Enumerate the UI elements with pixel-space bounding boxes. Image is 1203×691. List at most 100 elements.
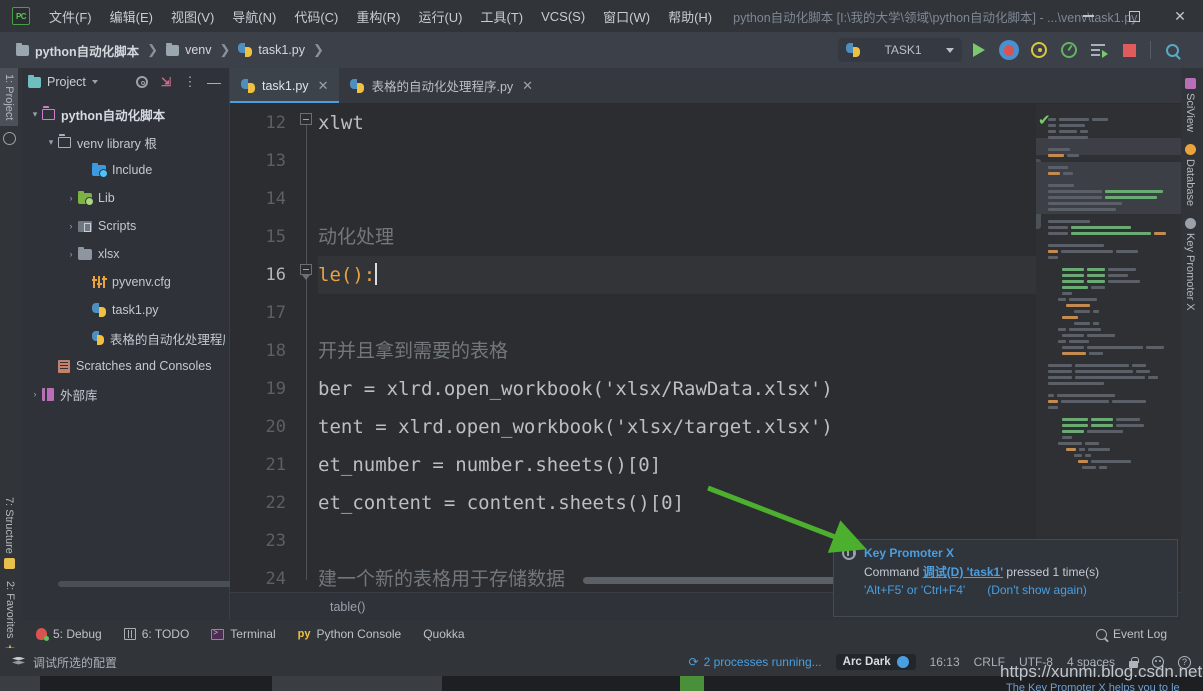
terminal-icon (211, 628, 225, 640)
minimize-button[interactable] (1065, 0, 1111, 32)
tree-item-xlsx[interactable]: › xlsx (22, 240, 229, 268)
tool-label: 6: TODO (141, 627, 190, 641)
project-horizontal-scrollbar[interactable] (58, 581, 238, 587)
profile-button[interactable] (1056, 37, 1082, 63)
tree-item-external-libraries[interactable]: › 外部库 (22, 380, 229, 408)
dont-show-again-link[interactable]: (Don't show again) (987, 583, 1087, 597)
sidebar-item-database[interactable]: Database (1181, 138, 1199, 212)
menu-edit[interactable]: 编辑(E) (101, 3, 162, 30)
tab-task1-py[interactable]: task1.py ✕ (230, 68, 340, 103)
tree-item-lib[interactable]: › Lib (22, 184, 229, 212)
breadcrumb-item-venv[interactable]: venv (162, 41, 215, 59)
run-with-coverage-button[interactable] (1026, 37, 1052, 63)
tree-item-task1-py[interactable]: › task1.py (22, 296, 229, 324)
background-processes[interactable]: ⟳ 2 processes running... (689, 655, 822, 669)
scratches-icon (58, 359, 70, 373)
tool-button-terminal[interactable]: Terminal (211, 627, 276, 641)
tool-button-quokka[interactable]: Quokka (423, 627, 464, 641)
watermark-text: https://xunmi.blog.csdn.net (1000, 662, 1203, 681)
menu-refactor[interactable]: 重构(R) (347, 3, 409, 30)
sidebar-item-commit[interactable] (0, 126, 19, 151)
project-panel-title[interactable]: Project (28, 74, 98, 89)
menu-view[interactable]: 视图(V) (162, 3, 223, 30)
menu-navigate[interactable]: 导航(N) (223, 3, 285, 30)
menu-run[interactable]: 运行(U) (409, 3, 471, 30)
chevron-right-icon: ❯ (219, 42, 231, 57)
sidebar-item-sciview[interactable]: SciView (1181, 72, 1199, 138)
run-steps-button[interactable] (1086, 37, 1112, 63)
key-promoter-notification[interactable]: Key Promoter X Command 调试(D) 'task1' pre… (833, 539, 1178, 617)
stop-button[interactable] (1116, 37, 1142, 63)
menu-vcs[interactable]: VCS(S) (532, 5, 594, 28)
tool-button-todo[interactable]: 6: TODO (123, 627, 190, 641)
menu-bar: 文件(F) 编辑(E) 视图(V) 导航(N) 代码(C) 重构(R) 运行(U… (40, 3, 721, 30)
menu-window[interactable]: 窗口(W) (594, 3, 659, 30)
menu-help[interactable]: 帮助(H) (659, 3, 721, 30)
tab-biaoge-py[interactable]: 表格的自动化处理程序.py ✕ (339, 68, 544, 103)
tool-button-debug[interactable]: 5: Debug (36, 627, 102, 641)
tree-item-project-root[interactable]: ▾ python自动化脚本 (22, 100, 229, 128)
taskbar-item[interactable] (272, 676, 442, 691)
tree-item-venv[interactable]: ▾ venv library 根 (22, 128, 229, 156)
collapse-all-button[interactable]: ⇲ (157, 73, 175, 91)
chevron-right-icon[interactable]: › (64, 193, 78, 203)
fold-toggle[interactable] (300, 113, 312, 125)
options-button[interactable]: ⋮ (181, 73, 199, 91)
python-config-icon (846, 43, 860, 57)
tool-button-python-console[interactable]: py Python Console (298, 627, 402, 641)
tree-item-label: Scripts (98, 219, 137, 233)
chevron-right-icon[interactable]: › (64, 249, 78, 259)
run-button[interactable] (966, 37, 992, 63)
scroll-from-source-button[interactable] (133, 73, 151, 91)
close-icon[interactable]: ✕ (318, 78, 329, 94)
sidebar-item-structure[interactable]: 7: Structure (0, 491, 18, 575)
taskbar-item[interactable] (0, 676, 40, 691)
close-button[interactable]: ✕ (1157, 0, 1203, 32)
line-number: 16 (265, 265, 286, 285)
maximize-button[interactable] (1111, 0, 1157, 32)
project-label: Project (47, 75, 86, 89)
breadcrumb-item-project[interactable]: python自动化脚本 (12, 39, 143, 62)
tree-item-label: Include (112, 163, 153, 177)
right-tool-stripe: SciView Database Key Promoter X (1181, 68, 1203, 668)
chevron-down-icon[interactable]: ▾ (28, 109, 42, 120)
fold-toggle-end[interactable] (300, 264, 312, 281)
run-configuration-selector[interactable]: TASK1 (838, 38, 962, 62)
tree-item-biaoge-py[interactable]: › 表格的自动化处理程序.p (22, 324, 229, 352)
tool-label: Python Console (316, 627, 402, 641)
menu-tools[interactable]: 工具(T) (471, 3, 532, 30)
python-file-icon (92, 303, 106, 317)
annotation-arrow-icon (707, 485, 867, 553)
sidebar-item-project[interactable]: 1: Project (0, 68, 18, 127)
menu-code[interactable]: 代码(C) (285, 3, 347, 30)
clock: 16:13 (929, 655, 960, 669)
play-icon (973, 43, 985, 57)
theme-dot-icon (896, 656, 909, 668)
tree-item-scratches[interactable]: › Scratches and Consoles (22, 352, 229, 380)
line-number: 20 (265, 417, 286, 437)
chevron-down-icon[interactable]: ▾ (44, 137, 58, 148)
hide-panel-button[interactable]: — (205, 73, 223, 91)
python-icon: py (297, 628, 311, 640)
stripe-label: Key Promoter X (1184, 233, 1196, 311)
folding-guide-line (306, 120, 307, 580)
event-log-button[interactable]: Event Log (1095, 627, 1167, 641)
close-icon[interactable]: ✕ (522, 78, 533, 94)
search-everywhere-button[interactable] (1159, 37, 1185, 63)
chevron-right-icon[interactable]: › (64, 221, 78, 231)
stripe-label: 1: Project (3, 74, 15, 121)
chevron-right-icon[interactable]: › (28, 389, 42, 399)
tree-item-scripts[interactable]: › Scripts (22, 212, 229, 240)
theme-indicator[interactable]: Arc Dark (835, 654, 916, 670)
taskbar-item-active[interactable] (680, 676, 704, 691)
minimap-content (1048, 110, 1179, 469)
python-file-icon (350, 78, 365, 93)
code-folding-column (296, 104, 316, 584)
debug-button[interactable] (996, 37, 1022, 63)
tree-item-include[interactable]: › Include (22, 156, 229, 184)
breadcrumb-item-file[interactable]: task1.py (234, 41, 309, 59)
menu-file[interactable]: 文件(F) (40, 3, 101, 30)
notification-shortcut[interactable]: 'Alt+F5' or 'Ctrl+F4' (864, 583, 965, 597)
sidebar-item-key-promoter[interactable]: Key Promoter X (1181, 212, 1199, 317)
tree-item-pyvenv-cfg[interactable]: › pyvenv.cfg (22, 268, 229, 296)
